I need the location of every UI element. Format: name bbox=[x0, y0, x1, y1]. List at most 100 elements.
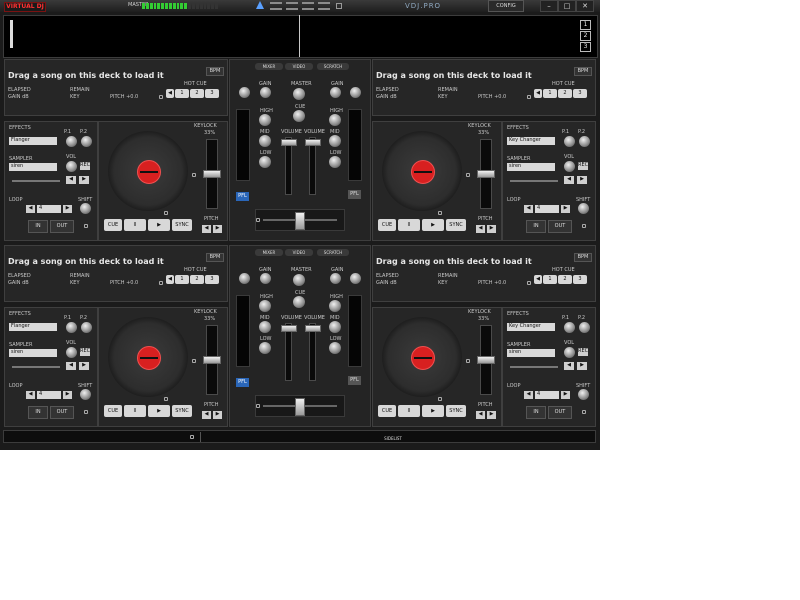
effect-param1-knob[interactable] bbox=[66, 136, 77, 147]
sampler-rec-button[interactable]: REC bbox=[80, 348, 90, 356]
sync-button[interactable]: SYNC bbox=[446, 219, 466, 231]
pitch-down-button[interactable]: ◀ bbox=[202, 225, 211, 233]
effect-param2-knob[interactable] bbox=[579, 136, 590, 147]
loop-shift-knob[interactable] bbox=[80, 203, 91, 214]
deck-select-3[interactable]: 3 bbox=[580, 42, 591, 52]
loop-next-button[interactable]: ▶ bbox=[561, 205, 570, 213]
left-key-knob[interactable] bbox=[239, 87, 250, 98]
pause-button[interactable]: II bbox=[124, 405, 146, 417]
loop-out-button[interactable]: OUT bbox=[50, 220, 74, 233]
play-button[interactable]: ▶ bbox=[148, 405, 170, 417]
waveform-display[interactable] bbox=[3, 15, 598, 58]
pfl-right-button[interactable]: PFL bbox=[348, 376, 361, 385]
eq-mid-knob-right[interactable] bbox=[329, 321, 341, 333]
pfl-right-button[interactable]: PFL bbox=[348, 190, 361, 199]
hot-cue-prev-button[interactable]: ◀ bbox=[534, 275, 542, 284]
sync-button[interactable]: SYNC bbox=[446, 405, 466, 417]
sampler-play-button[interactable]: ▶ bbox=[577, 362, 587, 370]
sampler-play-button[interactable]: ▶ bbox=[79, 176, 89, 184]
eq-low-knob-right[interactable] bbox=[329, 156, 341, 168]
layout-icon[interactable] bbox=[318, 2, 330, 10]
eq-mid-knob-left[interactable] bbox=[259, 321, 271, 333]
pitch-fader-handle[interactable] bbox=[477, 356, 495, 364]
sampler-dropdown[interactable]: siren bbox=[507, 349, 555, 357]
loop-prev-button[interactable]: ◀ bbox=[26, 205, 35, 213]
pause-button[interactable]: II bbox=[124, 219, 146, 231]
loop-out-button[interactable]: OUT bbox=[548, 406, 572, 419]
pitch-down-button[interactable]: ◀ bbox=[202, 411, 211, 419]
bpm-button[interactable]: BPM bbox=[574, 67, 592, 76]
sync-button[interactable]: SYNC bbox=[172, 405, 192, 417]
right-gain-knob[interactable] bbox=[330, 273, 341, 284]
loop-next-button[interactable]: ▶ bbox=[63, 205, 72, 213]
left-volume-handle[interactable] bbox=[281, 139, 297, 146]
scratch-tab[interactable]: SCRATCH bbox=[317, 249, 349, 256]
hot-cue-2-button[interactable]: 2 bbox=[558, 89, 572, 98]
left-volume-handle[interactable] bbox=[281, 325, 297, 332]
pitch-up-button[interactable]: ▶ bbox=[487, 225, 496, 233]
loop-prev-button[interactable]: ◀ bbox=[524, 205, 533, 213]
left-gain-knob[interactable] bbox=[260, 87, 271, 98]
hot-cue-3-button[interactable]: 3 bbox=[573, 89, 587, 98]
loop-prev-button[interactable]: ◀ bbox=[524, 391, 533, 399]
cue-button[interactable]: CUE bbox=[104, 405, 122, 417]
sampler-volume-slider[interactable] bbox=[510, 180, 558, 182]
loop-in-button[interactable]: IN bbox=[28, 220, 48, 233]
hot-cue-prev-button[interactable]: ◀ bbox=[166, 89, 174, 98]
cue-button[interactable]: CUE bbox=[378, 405, 396, 417]
video-tab[interactable]: VIDEO bbox=[285, 249, 313, 256]
mixer-tab[interactable]: MIXER bbox=[255, 63, 283, 70]
loop-in-button[interactable]: IN bbox=[526, 220, 546, 233]
effects-dropdown[interactable]: Key Changer bbox=[507, 137, 555, 145]
pfl-left-button[interactable]: PFL bbox=[236, 378, 249, 387]
eq-mid-knob-left[interactable] bbox=[259, 135, 271, 147]
hot-cue-3-button[interactable]: 3 bbox=[205, 89, 219, 98]
left-gain-knob[interactable] bbox=[260, 273, 271, 284]
video-tab[interactable]: VIDEO bbox=[285, 63, 313, 70]
sampler-volume-knob[interactable] bbox=[564, 161, 575, 172]
eq-low-knob-left[interactable] bbox=[259, 342, 271, 354]
sampler-prev-button[interactable]: ◀ bbox=[66, 176, 76, 184]
hot-cue-2-button[interactable]: 2 bbox=[190, 275, 204, 284]
eq-low-knob-left[interactable] bbox=[259, 156, 271, 168]
scratch-tab[interactable]: SCRATCH bbox=[317, 63, 349, 70]
play-button[interactable]: ▶ bbox=[422, 219, 444, 231]
sampler-volume-knob[interactable] bbox=[66, 347, 77, 358]
deck-track-title[interactable]: Drag a song on this deck to load it bbox=[376, 71, 532, 80]
right-volume-handle[interactable] bbox=[305, 139, 321, 146]
effect-param1-knob[interactable] bbox=[564, 136, 575, 147]
sampler-volume-knob[interactable] bbox=[66, 161, 77, 172]
close-button[interactable]: ✕ bbox=[576, 0, 594, 12]
eq-high-knob-right[interactable] bbox=[329, 300, 341, 312]
crossfader-handle[interactable] bbox=[295, 212, 305, 230]
sampler-prev-button[interactable]: ◀ bbox=[66, 362, 76, 370]
loop-out-button[interactable]: OUT bbox=[548, 220, 572, 233]
eq-high-knob-right[interactable] bbox=[329, 114, 341, 126]
hot-cue-3-button[interactable]: 3 bbox=[573, 275, 587, 284]
effect-param1-knob[interactable] bbox=[66, 322, 77, 333]
pitch-down-button[interactable]: ◀ bbox=[476, 411, 485, 419]
pause-button[interactable]: II bbox=[398, 219, 420, 231]
layout-icon[interactable] bbox=[286, 2, 298, 10]
effect-param1-knob[interactable] bbox=[564, 322, 575, 333]
sampler-rec-button[interactable]: REC bbox=[80, 162, 90, 170]
loop-shift-knob[interactable] bbox=[80, 389, 91, 400]
loop-length-dropdown[interactable]: 4 bbox=[37, 205, 61, 213]
bpm-button[interactable]: BPM bbox=[574, 253, 592, 262]
sampler-volume-slider[interactable] bbox=[510, 366, 558, 368]
left-key-knob[interactable] bbox=[239, 273, 250, 284]
loop-shift-knob[interactable] bbox=[578, 389, 589, 400]
loop-shift-knob[interactable] bbox=[578, 203, 589, 214]
layout-icon[interactable] bbox=[302, 2, 314, 10]
minimize-button[interactable]: – bbox=[540, 0, 558, 12]
maximize-button[interactable]: □ bbox=[558, 0, 576, 12]
hot-cue-3-button[interactable]: 3 bbox=[205, 275, 219, 284]
sampler-play-button[interactable]: ▶ bbox=[79, 362, 89, 370]
cue-button[interactable]: CUE bbox=[104, 219, 122, 231]
sampler-volume-slider[interactable] bbox=[12, 366, 60, 368]
crossfader-handle[interactable] bbox=[295, 398, 305, 416]
cue-button[interactable]: CUE bbox=[378, 219, 396, 231]
right-volume-handle[interactable] bbox=[305, 325, 321, 332]
deck-select-1[interactable]: 1 bbox=[580, 20, 591, 30]
effects-dropdown[interactable]: Flanger bbox=[9, 137, 57, 145]
